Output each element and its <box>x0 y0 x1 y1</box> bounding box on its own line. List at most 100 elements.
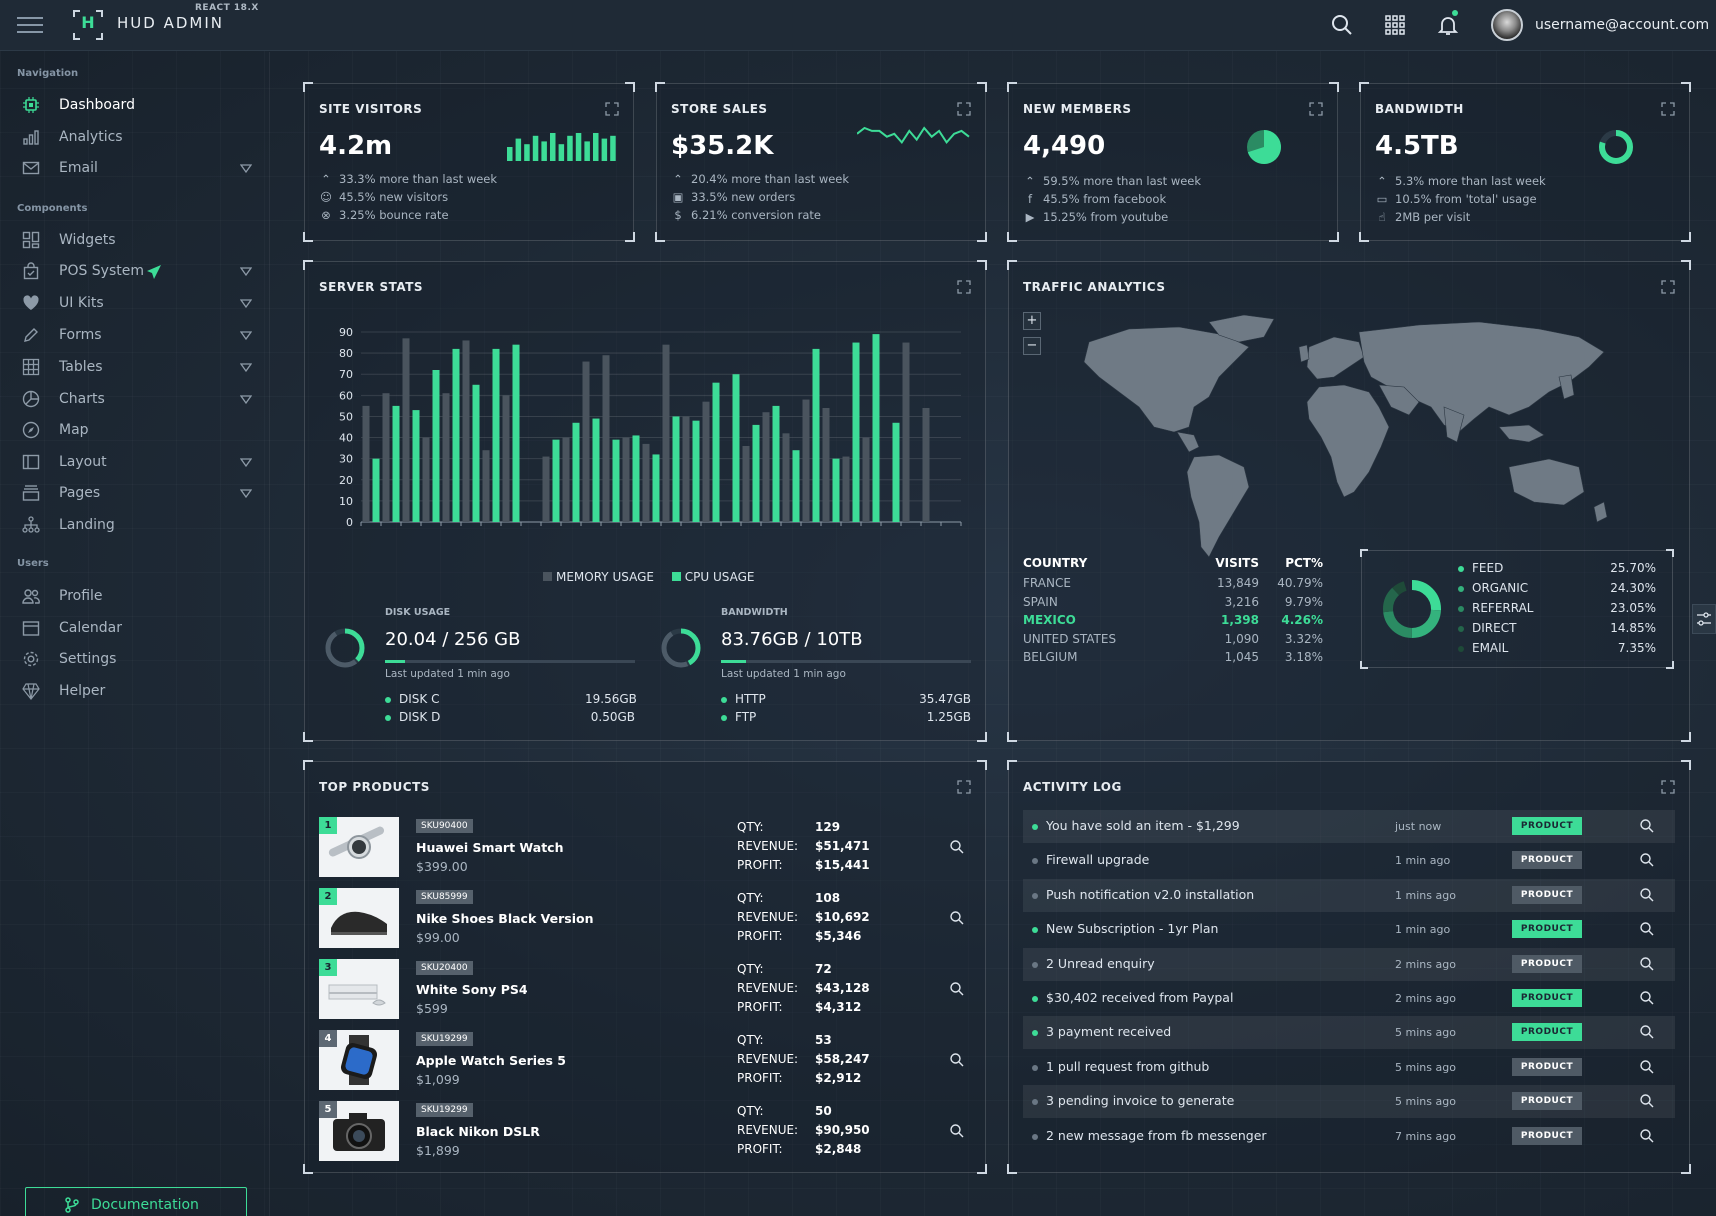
world-map[interactable] <box>1059 307 1659 572</box>
status-badge[interactable]: PRODUCT <box>1512 851 1582 870</box>
chevron-down-icon[interactable] <box>240 395 252 404</box>
search-icon[interactable] <box>949 910 965 926</box>
sidebar-item-label: Tables <box>59 359 103 375</box>
activity-row[interactable]: Firewall upgrade 1 min ago PRODUCT <box>1023 844 1675 877</box>
apps-grid-icon[interactable] <box>1383 13 1407 37</box>
sidebar-item-pages[interactable]: Pages <box>18 480 258 508</box>
brand-logo[interactable]: H <box>73 10 103 40</box>
memory-usage-bar <box>562 437 570 522</box>
sidebar-item-analytics[interactable]: Analytics <box>18 124 258 152</box>
activity-row[interactable]: Push notification v2.0 installation 1 min… <box>1023 878 1675 912</box>
sidebar-item-tables[interactable]: Tables <box>18 354 258 382</box>
search-icon[interactable] <box>1639 921 1655 937</box>
sidebar-item-charts[interactable]: Charts <box>18 386 258 414</box>
activity-row[interactable]: 2 Unread enquiry 2 mins ago PRODUCT <box>1023 947 1675 981</box>
expand-icon[interactable] <box>957 102 971 116</box>
activity-row[interactable]: 2 new message from fb messenger 7 mins ag… <box>1023 1120 1675 1153</box>
sidebar-item-settings[interactable]: Settings <box>18 646 258 674</box>
search-icon[interactable] <box>1639 990 1655 1006</box>
chevron-down-icon[interactable] <box>240 489 252 498</box>
activity-row[interactable]: New Subscription - 1yr Plan 1 min ago PROD… <box>1023 913 1675 946</box>
search-icon[interactable] <box>1639 1024 1655 1040</box>
product-name[interactable]: White Sony PS4 <box>416 982 528 997</box>
bell-icon[interactable] <box>1436 13 1460 37</box>
status-badge[interactable]: PRODUCT <box>1512 920 1582 939</box>
sidebar-item-ui-kits[interactable]: UI Kits <box>18 290 258 318</box>
sidebar-item-email[interactable]: Email <box>18 155 258 183</box>
sidebar-item-map[interactable]: Map <box>18 417 258 445</box>
card-title: SERVER STATS <box>319 280 424 294</box>
search-icon-handle <box>1648 896 1654 902</box>
chevron-down-icon[interactable] <box>240 458 252 467</box>
sidebar-item-dashboard[interactable]: Dashboard <box>18 92 258 120</box>
status-badge[interactable]: PRODUCT <box>1512 885 1582 904</box>
map-zoom-out-button[interactable]: − <box>1023 337 1041 355</box>
chevron-down-icon[interactable] <box>240 164 252 173</box>
cpu-usage-bar <box>572 422 580 522</box>
avatar[interactable] <box>1491 9 1523 41</box>
expand-icon[interactable] <box>1661 780 1675 794</box>
search-icon[interactable] <box>1639 1093 1655 1109</box>
search-icon[interactable] <box>949 1052 965 1068</box>
chevron-down-icon[interactable] <box>240 267 252 276</box>
status-badge[interactable]: PRODUCT <box>1512 989 1582 1007</box>
product-name[interactable]: Apple Watch Series 5 <box>416 1053 566 1068</box>
sidebar-item-profile[interactable]: Profile <box>18 583 258 611</box>
expand-icon[interactable] <box>1309 102 1323 116</box>
activity-row[interactable]: You have sold an item - $1,299 just now PR… <box>1023 810 1675 843</box>
search-icon-handle <box>958 848 964 854</box>
status-badge[interactable]: PRODUCT <box>1512 954 1582 973</box>
status-badge[interactable]: PRODUCT <box>1512 1092 1582 1111</box>
product-name[interactable]: Huawei Smart Watch <box>416 840 563 855</box>
sidebar-item-forms[interactable]: Forms <box>18 322 258 350</box>
search-icon-handle <box>1648 965 1654 971</box>
search-icon[interactable] <box>949 839 965 855</box>
activity-row[interactable]: $30,402 received from Paypal 2 mins ago PR… <box>1023 982 1675 1015</box>
chevron-down-icon[interactable] <box>240 331 252 340</box>
sidebar-item-widgets[interactable]: Widgets <box>18 227 258 255</box>
menu-icon[interactable] <box>17 17 45 35</box>
sidebar-item-pos-system[interactable]: POS System <box>18 258 258 286</box>
search-icon[interactable] <box>949 1123 965 1139</box>
search-icon[interactable] <box>1639 1059 1655 1075</box>
search-icon[interactable] <box>1639 956 1655 972</box>
search-icon[interactable] <box>1330 13 1354 37</box>
product-name[interactable]: Black Nikon DSLR <box>416 1124 540 1139</box>
search-icon[interactable] <box>1639 818 1655 834</box>
memory-usage-bar <box>602 355 610 522</box>
search-icon[interactable] <box>1639 1128 1655 1144</box>
sidebar-item-layout[interactable]: Layout <box>18 449 258 477</box>
search-icon[interactable] <box>949 981 965 997</box>
chevron-down-icon[interactable] <box>240 299 252 308</box>
brand-name[interactable]: HUD ADMIN <box>117 14 224 32</box>
site-visitors-card: SITE VISITORS 4.2m ⌃ 33.3% more than last… <box>303 82 635 242</box>
sidebar-item-landing[interactable]: Landing <box>18 512 258 540</box>
sidebar-item-calendar[interactable]: Calendar <box>18 615 258 643</box>
status-badge[interactable]: PRODUCT <box>1512 1126 1582 1145</box>
expand-icon[interactable] <box>957 280 971 294</box>
product-name[interactable]: Nike Shoes Black Version <box>416 911 593 926</box>
chevron-down-icon[interactable] <box>240 363 252 372</box>
traffic-source-item: EMAIL <box>1458 641 1508 655</box>
status-dot <box>1032 1064 1038 1071</box>
activity-row[interactable]: 3 pending invoice to generate 5 mins ago P… <box>1023 1085 1675 1119</box>
activity-row[interactable]: 1 pull request from github 5 mins ago PROD… <box>1023 1051 1675 1084</box>
activity-row[interactable]: 3 payment received 5 mins ago PRODUCT <box>1023 1016 1675 1050</box>
sidebar-item-helper[interactable]: Helper <box>18 678 258 706</box>
status-badge[interactable]: PRODUCT <box>1512 1023 1582 1042</box>
revenue-label: REVENUE: <box>737 1052 799 1066</box>
expand-icon[interactable] <box>605 102 619 116</box>
search-icon[interactable] <box>1639 887 1655 903</box>
username[interactable]: username@account.com <box>1535 17 1709 33</box>
expand-icon[interactable] <box>1661 102 1675 116</box>
expand-icon[interactable] <box>957 780 971 794</box>
expand-icon[interactable] <box>1661 280 1675 294</box>
sparkline-bar <box>567 135 573 161</box>
search-icon[interactable] <box>1639 852 1655 868</box>
status-badge[interactable]: PRODUCT <box>1512 817 1582 835</box>
documentation-button[interactable]: Documentation <box>25 1187 247 1216</box>
map-zoom-in-button[interactable]: + <box>1023 312 1041 330</box>
product-shape <box>372 999 386 1006</box>
theme-settings-toggle[interactable] <box>1692 604 1716 634</box>
status-badge[interactable]: PRODUCT <box>1512 1057 1582 1076</box>
